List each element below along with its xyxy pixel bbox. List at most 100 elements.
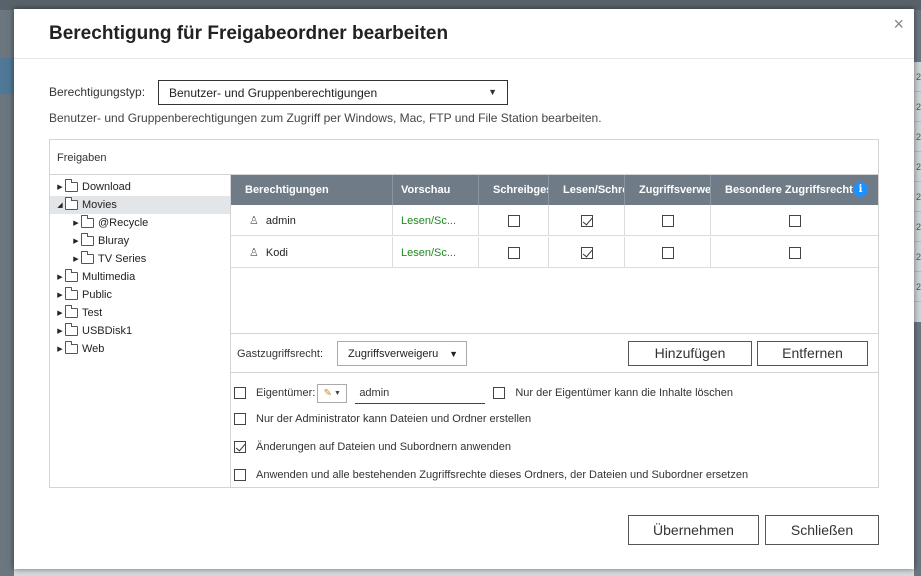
preview-cell: Lesen/Sc... <box>393 205 479 236</box>
deny-checkbox[interactable] <box>661 246 674 259</box>
read-write-cell <box>549 237 625 268</box>
remove-button[interactable]: Entfernen <box>757 341 868 366</box>
caret-down-icon: ▼ <box>334 389 341 397</box>
tree-item-tv-series[interactable]: ▶ TV Series <box>50 250 230 268</box>
expand-triangle-icon[interactable]: ▶ <box>55 273 65 281</box>
close-icon[interactable]: × <box>893 15 904 33</box>
permission-panel: Freigaben ▶ Download ◢ Movies ▶ @Recycle… <box>49 139 879 488</box>
tree-item-recycle[interactable]: ▶ @Recycle <box>50 214 230 232</box>
permission-description: Benutzer- und Gruppenberechtigungen zum … <box>49 111 602 125</box>
tree-item-movies[interactable]: ◢ Movies <box>50 196 230 214</box>
only-owner-delete-label: Nur der Eigentümer kann die Inhalte lösc… <box>515 387 733 399</box>
edit-pencil-icon: ✎ <box>323 387 333 399</box>
only-admin-create-row: Nur der Administrator kann Dateien und O… <box>234 413 531 425</box>
tree-item-web[interactable]: ▶ Web <box>50 340 230 358</box>
info-icon[interactable]: i <box>853 182 868 197</box>
owner-picker-button[interactable]: ✎ ▼ <box>317 383 348 403</box>
tree-item-download[interactable]: ▶ Download <box>50 178 230 196</box>
only-admin-create-label: Nur der Administrator kann Dateien und O… <box>256 413 532 425</box>
preview-value: Lesen/Sc... <box>401 214 457 227</box>
read-only-checkbox[interactable] <box>507 214 520 227</box>
tree-item-bluray[interactable]: ▶ Bluray <box>50 232 230 250</box>
folder-icon <box>65 341 78 354</box>
tree-item-multimedia[interactable]: ▶ Multimedia <box>50 268 230 286</box>
permission-type-label: Berechtigungstyp: <box>49 85 146 99</box>
read-write-checkbox[interactable] <box>580 246 593 259</box>
special-cell <box>711 205 878 236</box>
add-button[interactable]: Hinzufügen <box>628 341 752 366</box>
owner-label: Eigentümer: <box>256 387 316 399</box>
tree-item-label: Movies <box>82 199 117 211</box>
read-only-cell <box>479 205 549 236</box>
guest-access-label: Gastzugriffsrecht: <box>237 348 323 360</box>
tree-item-label: Test <box>82 307 103 319</box>
user-cell: ♙ Kodi <box>231 237 393 268</box>
permission-type-value: Benutzer- und Gruppenberechtigungen <box>169 86 378 100</box>
expand-triangle-icon[interactable]: ▶ <box>55 183 65 191</box>
column-header-read-write[interactable]: Lesen/Schre <box>549 175 625 205</box>
read-only-cell <box>479 237 549 268</box>
tree-item-usbdisk1[interactable]: ▶ USBDisk1 <box>50 322 230 340</box>
only-admin-create-checkbox[interactable] <box>234 413 246 425</box>
tree-item-public[interactable]: ▶ Public <box>50 286 230 304</box>
open-folder-icon <box>65 197 78 210</box>
apply-subfolders-label: Änderungen auf Dateien und Subordnern an… <box>256 441 512 453</box>
deny-checkbox[interactable] <box>661 214 674 227</box>
folder-icon <box>65 179 78 192</box>
tree-item-test[interactable]: ▶ Test <box>50 304 230 322</box>
folder-icon <box>65 287 78 300</box>
expand-triangle-icon[interactable]: ▶ <box>55 309 65 317</box>
background-row-number: 2 <box>913 152 921 182</box>
owner-row: Eigentümer: ✎▼ Nur der Eigentümer kann d… <box>234 382 733 404</box>
apply-button[interactable]: Übernehmen <box>628 515 759 545</box>
background-row-number: 2 <box>913 212 921 242</box>
expand-triangle-icon[interactable]: ▶ <box>55 327 65 335</box>
expand-triangle-icon[interactable]: ▶ <box>55 345 65 353</box>
background-nav-highlight <box>0 58 14 94</box>
replace-all-row: Anwenden und alle bestehenden Zugriffsre… <box>234 469 748 481</box>
column-header-read-only[interactable]: Schreibges <box>479 175 549 205</box>
expand-triangle-icon[interactable]: ▶ <box>71 219 81 227</box>
column-header-deny[interactable]: Zugriffsverwei <box>625 175 711 205</box>
only-owner-delete-checkbox[interactable] <box>493 387 506 399</box>
read-only-checkbox[interactable] <box>507 246 520 259</box>
user-icon: ♙ <box>249 247 259 259</box>
background-row-number: 2 <box>913 62 921 92</box>
tree-item-label: Bluray <box>98 235 130 247</box>
title-divider <box>14 58 914 59</box>
guest-access-select[interactable]: Zugriffsverweigeru ▼ <box>337 341 467 366</box>
deny-cell <box>625 237 711 268</box>
expand-triangle-icon[interactable]: ▶ <box>55 291 65 299</box>
table-row[interactable]: ♙ Kodi Lesen/Sc... <box>231 237 878 268</box>
tree-item-label: Multimedia <box>82 271 136 283</box>
preview-value: Lesen/Sc... <box>401 246 457 259</box>
replace-all-label: Anwenden und alle bestehenden Zugriffsre… <box>256 469 749 481</box>
close-button[interactable]: Schließen <box>765 515 879 545</box>
apply-subfolders-checkbox[interactable] <box>234 441 246 453</box>
background-row-number: 2 <box>913 92 921 122</box>
expand-triangle-icon[interactable]: ▶ <box>71 255 81 263</box>
special-cell <box>711 237 878 268</box>
guest-access-value: Zugriffsverweigeru <box>348 348 439 360</box>
background-row-number: 2 <box>913 182 921 212</box>
special-rights-label: Besondere Zugriffsrechte <box>725 184 859 196</box>
replace-all-checkbox[interactable] <box>234 469 246 481</box>
column-header-special-rights[interactable]: Besondere Zugriffsrechte i <box>711 175 878 205</box>
background-row-number: 2 <box>913 242 921 272</box>
tree-item-label: Public <box>82 289 112 301</box>
shares-label: Freigaben <box>57 152 107 164</box>
column-header-permissions[interactable]: Berechtigungen <box>231 175 393 205</box>
read-write-checkbox[interactable] <box>580 214 593 227</box>
collapse-triangle-icon[interactable]: ◢ <box>55 201 65 209</box>
column-header-preview[interactable]: Vorschau <box>393 175 479 205</box>
table-row[interactable]: ♙ admin Lesen/Sc... <box>231 205 878 236</box>
permission-type-select[interactable]: Benutzer- und Gruppenberechtigungen ▼ <box>158 80 508 105</box>
expand-triangle-icon[interactable]: ▶ <box>71 237 81 245</box>
special-rights-checkbox[interactable] <box>788 214 801 227</box>
tree-item-label: @Recycle <box>98 217 149 229</box>
folder-icon <box>81 251 94 264</box>
owner-checkbox[interactable] <box>234 387 246 399</box>
owner-input[interactable] <box>355 382 486 404</box>
special-rights-checkbox[interactable] <box>788 246 801 259</box>
folder-icon <box>65 323 78 336</box>
